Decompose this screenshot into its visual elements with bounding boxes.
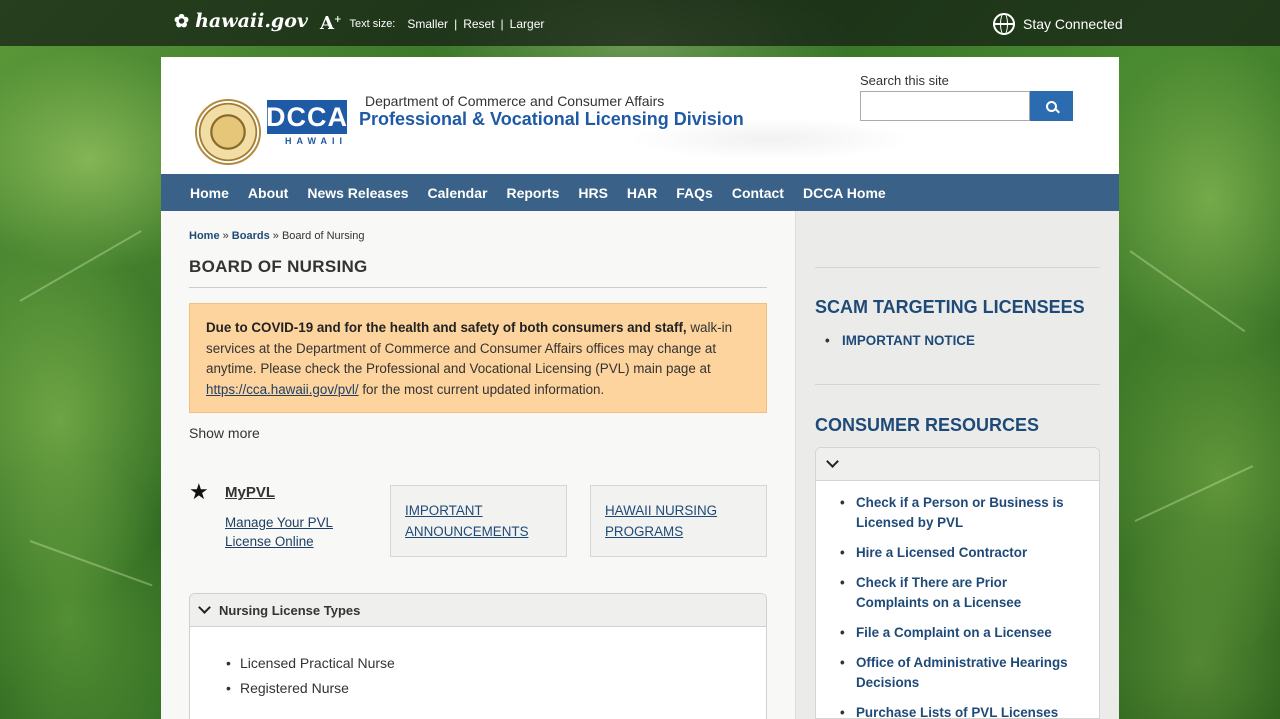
main-nav: Home About News Releases Calendar Report… [161, 174, 1119, 211]
nav-calendar[interactable]: Calendar [428, 185, 488, 201]
consumer-resources-heading: CONSUMER RESOURCES [815, 415, 1040, 435]
consumer-resources-toggle[interactable] [816, 448, 1099, 481]
text-smaller-link[interactable]: Smaller [407, 17, 448, 31]
consumer-link-purchase-lists[interactable]: Purchase Lists of PVL Licenses [816, 703, 1076, 719]
hawaii-gov-text: hawaii.gov [195, 10, 308, 32]
main-container: DCCA HAWAII Department of Commerce and C… [161, 57, 1119, 719]
breadcrumb-boards[interactable]: Boards [232, 230, 270, 242]
search-input[interactable] [860, 91, 1030, 121]
text-size-controls: A+ Text size: Smaller | Reset | Larger [320, 13, 545, 34]
license-types-header[interactable]: Nursing License Types [190, 594, 766, 627]
chevron-down-icon [826, 455, 839, 468]
important-announcements-card: IMPORTANT ANNOUNCEMENTS [390, 485, 567, 557]
text-larger-link[interactable]: Larger [510, 17, 545, 31]
consumer-link-prior-complaints[interactable]: Check if There are Prior Complaints on a… [816, 573, 1076, 613]
license-types-list: Licensed Practical Nurse Registered Nurs… [226, 655, 766, 696]
dcca-logo-text: DCCA [266, 100, 347, 134]
top-bar: ✿ hawaii.gov A+ Text size: Smaller | Res… [0, 0, 1280, 46]
nav-home[interactable]: Home [190, 185, 229, 201]
main-content: Home » Boards » Board of Nursing BOARD O… [161, 211, 795, 719]
consumer-link-check-licensed[interactable]: Check if a Person or Business is License… [816, 493, 1076, 533]
search-label: Search this site [860, 73, 949, 88]
hawaii-gov-logo[interactable]: ✿ hawaii.gov [174, 10, 308, 32]
state-seal-logo[interactable] [195, 99, 261, 165]
consumer-resources-list: Check if a Person or Business is License… [816, 493, 1099, 719]
breadcrumb-current: Board of Nursing [281, 230, 365, 242]
important-notice-link[interactable]: IMPORTANT NOTICE [815, 331, 975, 351]
covid-notice: Due to COVID-19 and for the health and s… [189, 303, 767, 413]
stay-connected[interactable]: Stay Connected [993, 13, 1123, 35]
text-reset-link[interactable]: Reset [463, 17, 494, 31]
scam-list: IMPORTANT NOTICE [815, 331, 975, 351]
list-item: Licensed Practical Nurse [226, 655, 766, 671]
nav-dcca-home[interactable]: DCCA Home [803, 185, 886, 201]
sidebar-divider [815, 267, 1100, 268]
nav-news-releases[interactable]: News Releases [307, 185, 408, 201]
breadcrumb-home[interactable]: Home [189, 230, 220, 242]
nav-har[interactable]: HAR [627, 185, 657, 201]
sidebar-divider [815, 384, 1100, 385]
dcca-logo[interactable]: DCCA HAWAII [266, 100, 347, 146]
license-types-title: Nursing License Types [219, 602, 361, 618]
dcca-logo-sub: HAWAII [284, 136, 347, 146]
nav-hrs[interactable]: HRS [578, 185, 608, 201]
nav-faqs[interactable]: FAQs [676, 185, 713, 201]
consumer-resources-accordion: Check if a Person or Business is License… [815, 447, 1100, 719]
search-button[interactable] [1030, 91, 1073, 121]
hibiscus-icon: ✿ [174, 10, 190, 32]
search-icon [1046, 100, 1057, 112]
site-header: DCCA HAWAII Department of Commerce and C… [161, 57, 1119, 174]
pvl-main-page-link[interactable]: https://cca.hawaii.gov/pvl/ [206, 382, 359, 397]
title-divider [189, 287, 767, 288]
list-item: Registered Nurse [226, 680, 766, 696]
star-icon: ★ [189, 479, 209, 504]
scam-heading: SCAM TARGETING LICENSEES [815, 297, 1085, 317]
division-name[interactable]: Professional & Vocational Licensing Divi… [359, 109, 744, 130]
page-title: BOARD OF NURSING [189, 257, 368, 276]
breadcrumb: Home » Boards » Board of Nursing [189, 230, 365, 242]
show-more-toggle[interactable]: Show more [189, 425, 260, 441]
nav-contact[interactable]: Contact [732, 185, 784, 201]
chevron-down-icon [198, 601, 211, 614]
consumer-link-file-complaint[interactable]: File a Complaint on a Licensee [816, 623, 1076, 643]
consumer-link-hire-contractor[interactable]: Hire a Licensed Contractor [816, 543, 1076, 563]
stay-connected-label: Stay Connected [1023, 16, 1123, 32]
license-types-accordion: Nursing License Types Licensed Practical… [189, 593, 767, 719]
nursing-programs-card: HAWAII NURSING PROGRAMS [590, 485, 767, 557]
text-size-icon: A+ [320, 13, 342, 34]
sidebar: SCAM TARGETING LICENSEES IMPORTANT NOTIC… [795, 211, 1119, 719]
text-size-label: Text size: [349, 17, 396, 30]
department-name: Department of Commerce and Consumer Affa… [365, 93, 665, 109]
globe-icon [993, 13, 1015, 35]
nav-about[interactable]: About [248, 185, 288, 201]
important-announcements-link[interactable]: IMPORTANT ANNOUNCEMENTS [405, 503, 529, 539]
consumer-link-hearings-decisions[interactable]: Office of Administrative Hearings Decisi… [816, 653, 1076, 693]
manage-pvl-license-link[interactable]: Manage Your PVL License Online [225, 513, 365, 551]
mypvl-link[interactable]: MyPVL [225, 484, 275, 501]
nursing-programs-link[interactable]: HAWAII NURSING PROGRAMS [605, 503, 717, 539]
nav-reports[interactable]: Reports [506, 185, 559, 201]
